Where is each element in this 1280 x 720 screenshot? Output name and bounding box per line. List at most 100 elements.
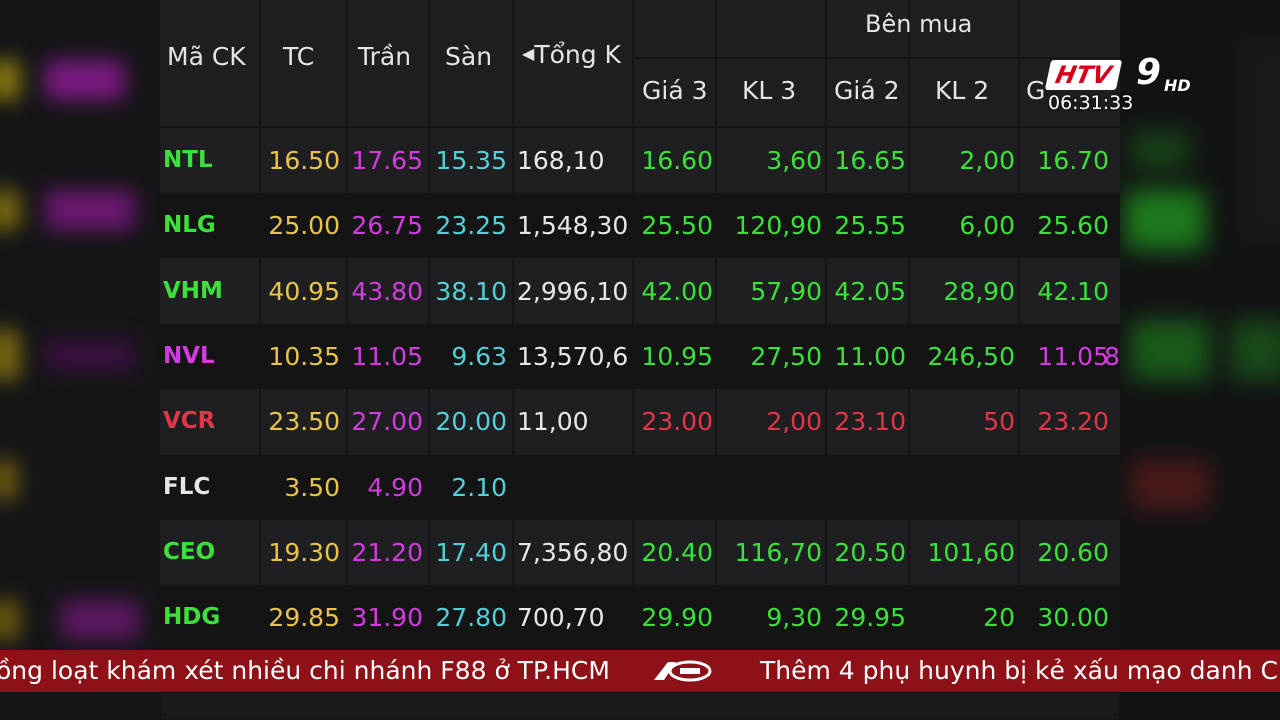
- ref-price-cell: 29.85: [268, 603, 340, 633]
- bid-vol-1-cell: [1104, 193, 1120, 258]
- ticker-headline-left: ồng loạt khám xét nhiều chi nhánh F88 ở …: [0, 656, 610, 685]
- ticker-separator-logo-icon: [650, 658, 714, 684]
- ceiling-price-cell: 17.65: [351, 146, 423, 175]
- ceiling-price-cell: 21.20: [351, 537, 423, 567]
- bid-vol-3-cell: [716, 455, 822, 520]
- bid-vol-2-cell: 50: [983, 407, 1015, 437]
- bid-price-3-cell: 23.00: [641, 407, 713, 437]
- ceiling-price-cell: 31.90: [351, 603, 423, 633]
- total-volume-cell: 1,548,30: [517, 211, 629, 241]
- bid-price-2-cell: 42.05: [834, 276, 906, 306]
- column-header-ref[interactable]: TC: [283, 42, 314, 71]
- news-ticker: ồng loạt khám xét nhiều chi nhánh F88 ở …: [0, 650, 1280, 692]
- bid-vol-3-cell: 9,30: [766, 603, 822, 633]
- bid-vol-3-cell: 27,50: [750, 341, 822, 371]
- bid-price-2-cell: 23.10: [834, 407, 906, 437]
- table-row[interactable]: HDG 29.85 31.90 27.80 700,70 29.90 9,30 29.95 20…: [160, 585, 1120, 650]
- bid-vol-3-cell: 120,90: [734, 211, 822, 241]
- column-header-floor[interactable]: Sàn: [445, 42, 492, 71]
- floor-price-cell: 2.10: [451, 472, 507, 502]
- column-header-bid-vol-2[interactable]: KL 2: [935, 76, 989, 105]
- sort-left-icon[interactable]: ◀: [522, 44, 534, 63]
- bid-vol-1-cell: [1104, 128, 1120, 193]
- bid-price-1-cell: 11.05: [1037, 341, 1109, 371]
- column-header-symbol[interactable]: Mã CK: [167, 42, 246, 71]
- bid-vol-2-cell: 101,60: [927, 537, 1015, 567]
- symbol-cell[interactable]: FLC: [163, 455, 258, 520]
- bid-price-3-cell: 42.00: [641, 276, 713, 306]
- bid-price-3-cell: 16.60: [641, 146, 713, 175]
- bid-price-3-cell: 20.40: [641, 537, 713, 567]
- column-header-bid-price-1[interactable]: G: [1026, 76, 1045, 105]
- symbol-cell[interactable]: NLG: [163, 193, 258, 258]
- bid-vol-1-cell: 8: [1104, 341, 1120, 371]
- total-volume-cell: 700,70: [517, 603, 605, 633]
- symbol-cell[interactable]: NVL: [163, 324, 258, 389]
- logo-htv-text: HTV: [1044, 60, 1123, 90]
- bid-price-3-cell: 29.90: [641, 603, 713, 633]
- bid-price-2-cell: 20.50: [834, 537, 906, 567]
- symbol-cell[interactable]: HDG: [163, 585, 258, 650]
- bid-vol-2-cell: 6,00: [959, 211, 1015, 241]
- bid-price-2-cell: 25.55: [834, 211, 906, 241]
- ref-price-cell: 3.50: [284, 472, 340, 502]
- floor-price-cell: 20.00: [435, 407, 507, 437]
- bid-price-2-cell: 16.65: [834, 146, 906, 175]
- bid-price-1-cell: 16.70: [1037, 146, 1109, 175]
- table-row[interactable]: VCR 23.50 27.00 20.00 11,00 23.00 2,00 23.10 50 2…: [160, 389, 1120, 454]
- bid-price-1-cell: 30.00: [1037, 603, 1109, 633]
- bid-vol-1-cell: [1104, 259, 1120, 324]
- bid-price-2-cell: 11.00: [834, 341, 906, 371]
- bid-price-3-cell: [633, 455, 713, 520]
- floor-price-cell: 27.80: [435, 603, 507, 633]
- symbol-cell[interactable]: CEO: [163, 520, 258, 585]
- column-header-bid-price-3[interactable]: Giá 3: [642, 76, 708, 105]
- total-volume-cell: 7,356,80: [517, 537, 629, 567]
- table-row[interactable]: NTL 16.50 17.65 15.35 168,10 16.60 3,60 16.65 2,…: [160, 128, 1120, 193]
- symbol-cell[interactable]: VCR: [163, 389, 258, 454]
- symbol-cell[interactable]: VHM: [163, 259, 258, 324]
- symbol-cell[interactable]: NTL: [163, 128, 258, 193]
- buy-side-group-header: Bên mua: [865, 10, 973, 38]
- ceiling-price-cell: 26.75: [351, 211, 423, 241]
- total-volume-cell: 2,996,10: [517, 276, 629, 306]
- ceiling-price-cell: 11.05: [351, 341, 423, 371]
- bid-price-1-cell: 20.60: [1037, 537, 1109, 567]
- ref-price-cell: 40.95: [268, 276, 340, 306]
- column-header-ceiling[interactable]: Trần: [358, 42, 411, 71]
- bid-vol-2-cell: 20: [983, 603, 1015, 633]
- total-volume-cell: [513, 455, 629, 520]
- floor-price-cell: 17.40: [435, 537, 507, 567]
- floor-price-cell: 38.10: [435, 276, 507, 306]
- bid-vol-2-cell: [909, 455, 1015, 520]
- column-header-total[interactable]: ◀Tổng K: [522, 40, 621, 69]
- table-row[interactable]: FLC 3.50 4.90 2.10: [160, 454, 1120, 520]
- ceiling-price-cell: 43.80: [351, 276, 423, 306]
- stock-price-board: Mã CK TC Trần Sàn ◀Tổng K Bên mua Giá 3 …: [160, 0, 1120, 650]
- bid-vol-2-cell: 28,90: [943, 276, 1015, 306]
- column-header-bid-vol-3[interactable]: KL 3: [742, 76, 796, 105]
- bid-vol-1-cell: [1104, 389, 1120, 454]
- total-volume-cell: 11,00: [517, 407, 589, 437]
- bid-price-2-cell: [826, 455, 906, 520]
- bid-price-1-cell: 25.60: [1037, 211, 1109, 241]
- table-row[interactable]: NLG 25.00 26.75 23.25 1,548,30 25.50 120,90 25.…: [160, 193, 1120, 259]
- bid-vol-1-cell: [1104, 585, 1120, 650]
- bid-vol-2-cell: 246,50: [927, 341, 1015, 371]
- bid-price-2-cell: 29.95: [834, 603, 906, 633]
- table-row[interactable]: CEO 19.30 21.20 17.40 7,356,80 20.40 116,70 20.…: [160, 520, 1120, 585]
- bid-price-3-cell: 25.50: [641, 211, 713, 241]
- ref-price-cell: 19.30: [268, 537, 340, 567]
- logo-hd-text: HD: [1164, 76, 1191, 95]
- partially-visible-row: [160, 692, 1120, 720]
- bid-vol-3-cell: 3,60: [766, 146, 822, 175]
- bid-price-1-cell: 42.10: [1037, 276, 1109, 306]
- table-row[interactable]: NVL 10.35 11.05 9.63 13,570,60 10.95 27,50 11.0…: [160, 323, 1120, 389]
- total-volume-cell: 168,10: [517, 146, 605, 175]
- bid-vol-3-cell: 116,70: [734, 537, 822, 567]
- ticker-headline-right: Thêm 4 phụ huynh bị kẻ xấu mạo danh Cha: [760, 656, 1280, 685]
- left-blurred-panel: [0, 0, 160, 720]
- bid-price-1-cell: [1019, 455, 1109, 520]
- table-row[interactable]: VHM 40.95 43.80 38.10 2,996,10 42.00 57,90 42.0…: [160, 259, 1120, 324]
- column-header-bid-price-2[interactable]: Giá 2: [834, 76, 900, 105]
